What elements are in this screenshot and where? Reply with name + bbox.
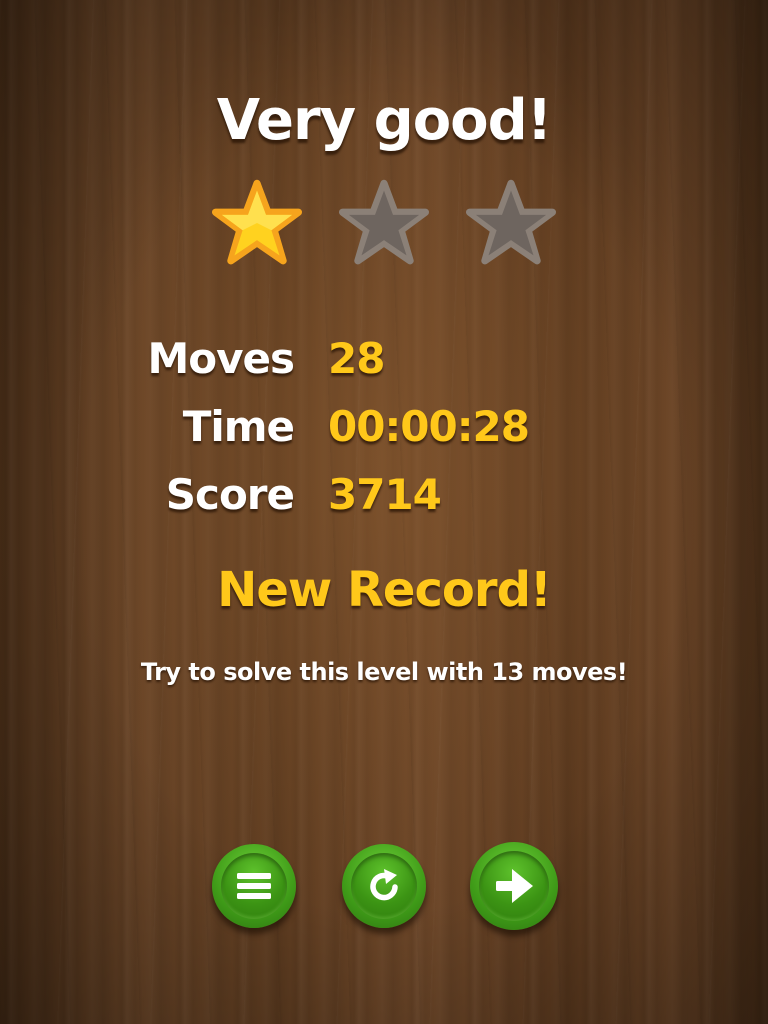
star-1-filled-icon (212, 178, 302, 268)
star-rating (212, 178, 556, 268)
new-record-banner: New Record! (217, 562, 552, 618)
stat-row-moves: Moves 28 (0, 334, 768, 400)
stat-label-score: Score (165, 470, 295, 519)
stat-value-score: 3714 (328, 470, 442, 519)
stat-value-moves: 28 (328, 334, 385, 383)
restart-button[interactable] (342, 844, 426, 928)
stat-label-time: Time (182, 402, 295, 451)
star-3-empty-icon (466, 178, 556, 268)
star-2-empty-icon (339, 178, 429, 268)
stat-row-time: Time 00:00:28 (0, 402, 768, 468)
stat-value-time: 00:00:28 (328, 402, 530, 451)
level-hint: Try to solve this level with 13 moves! (140, 658, 628, 686)
menu-icon (237, 873, 271, 899)
result-title: Very good! (216, 88, 553, 153)
next-level-button[interactable] (470, 842, 558, 930)
stat-row-score: Score 3714 (0, 470, 768, 536)
arrow-right-icon (496, 869, 533, 903)
restart-icon (370, 869, 398, 901)
stat-label-moves: Moves (147, 334, 295, 383)
menu-button[interactable] (212, 844, 296, 928)
